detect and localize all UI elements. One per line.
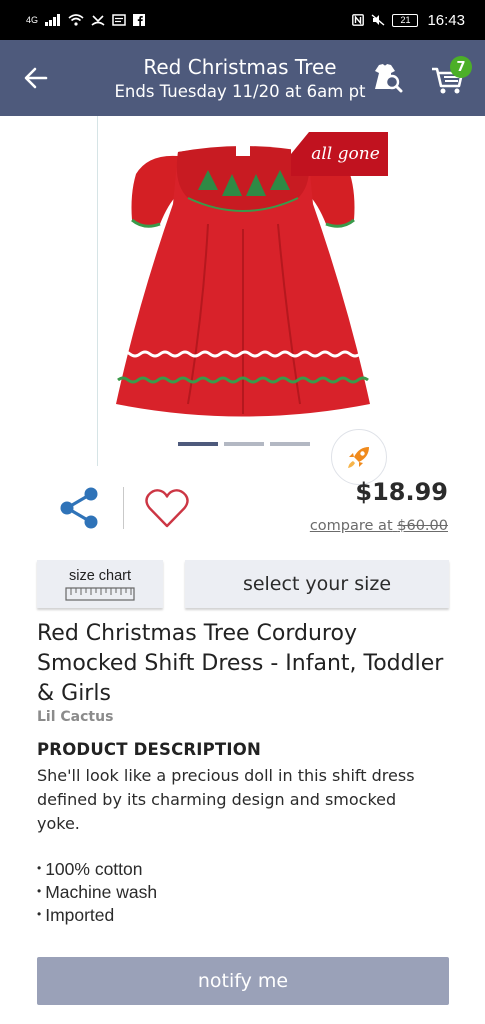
heart-icon: [145, 489, 189, 528]
missed-call-icon: [91, 14, 105, 26]
brand-name[interactable]: Lil Cactus: [37, 709, 113, 725]
carousel-indicator: [178, 442, 310, 446]
product-title: Red Christmas Tree Corduroy Smocked Shif…: [37, 621, 444, 706]
feature-item: Machine wash: [37, 880, 157, 903]
feature-list: 100% cotton Machine wash Imported: [37, 857, 157, 926]
size-chart-button[interactable]: size chart: [37, 560, 163, 608]
signal-icon: [45, 14, 61, 26]
badge-fold: [291, 132, 309, 154]
wifi-icon: [68, 14, 84, 26]
cart-count-badge: 7: [450, 56, 472, 78]
product-photo: [116, 146, 371, 417]
status-bar: 4G 21 16:43: [0, 0, 485, 40]
dress-search-button[interactable]: [366, 58, 406, 98]
carousel-dot-3[interactable]: [270, 442, 310, 446]
facebook-icon: [133, 14, 146, 26]
share-button[interactable]: [54, 483, 104, 533]
notify-me-button[interactable]: notify me: [37, 957, 449, 1005]
cart-button[interactable]: 7: [428, 56, 472, 98]
arrow-left-icon: [24, 67, 48, 89]
feature-item: 100% cotton: [37, 857, 157, 880]
action-divider: [123, 487, 124, 529]
compare-price[interactable]: compare at $60.00: [310, 518, 448, 534]
carousel-dot-1[interactable]: [178, 442, 218, 446]
carousel-dot-2[interactable]: [224, 442, 264, 446]
status-bar-right: 21 16:43: [352, 12, 465, 29]
product-image-carousel[interactable]: all gone: [97, 116, 485, 485]
size-chart-label: size chart: [68, 567, 132, 584]
message-icon: [112, 14, 126, 26]
event-title: Red Christmas Tree: [143, 55, 337, 79]
select-size-button[interactable]: select your size: [185, 560, 449, 608]
rocket-button[interactable]: [331, 429, 387, 485]
app-header: Red Christmas Tree Ends Tuesday 11/20 at…: [0, 40, 485, 116]
mute-icon: [371, 14, 385, 26]
feature-item: Imported: [37, 903, 157, 926]
sale-price: $18.99: [355, 478, 448, 506]
battery-level: 21: [400, 14, 411, 25]
clock: 16:43: [427, 11, 465, 29]
original-price: $60.00: [397, 518, 448, 534]
dress-search-icon: [375, 64, 403, 93]
battery-icon: 21: [392, 13, 419, 27]
share-icon: [60, 487, 98, 529]
status-bar-left: 4G: [26, 14, 146, 26]
favorite-button[interactable]: [142, 483, 192, 533]
nfc-icon: [352, 14, 365, 26]
description-heading: PRODUCT DESCRIPTION: [37, 740, 261, 759]
back-button[interactable]: [18, 60, 54, 96]
event-end-date: Ends Tuesday 11/20 at 6am pt: [114, 82, 366, 101]
compare-label: compare at: [309, 518, 393, 534]
description-text: She'll look like a precious doll in this…: [37, 766, 415, 833]
network-label: 4G: [26, 15, 39, 25]
ruler-icon: [65, 586, 135, 601]
rocket-icon: [348, 447, 369, 468]
